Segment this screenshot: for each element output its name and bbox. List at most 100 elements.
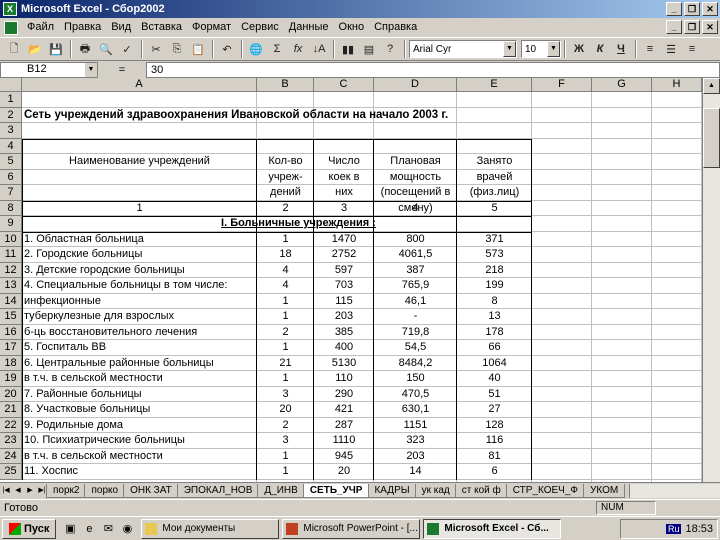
underline-icon[interactable]: Ч — [611, 39, 631, 59]
row-header-22[interactable]: 22 — [0, 417, 22, 433]
column-header-e[interactable]: E — [457, 78, 532, 92]
sheet-tab[interactable]: ст кой ф — [454, 483, 508, 498]
institution-count[interactable]: 2 — [257, 418, 314, 434]
institution-count[interactable]: 2 — [257, 325, 314, 341]
institution-count[interactable]: 1 — [257, 309, 314, 325]
row-header-2[interactable]: 2 — [0, 107, 22, 123]
align-left-icon[interactable]: ≡ — [640, 39, 660, 59]
sheet-tab[interactable]: ОНК ЗАТ — [123, 483, 179, 498]
row-header-5[interactable]: 5 — [0, 154, 22, 170]
function-icon[interactable]: fx — [288, 39, 308, 59]
row-header-3[interactable]: 3 — [0, 123, 22, 139]
doctor-count[interactable]: 13 — [457, 309, 532, 325]
bed-count[interactable]: 421 — [314, 402, 374, 418]
bed-count[interactable]: 203 — [314, 309, 374, 325]
doctor-count[interactable]: 27 — [457, 402, 532, 418]
sheet-tab[interactable]: порко — [84, 483, 126, 498]
header-doctors[interactable]: (физ.лиц) — [457, 185, 532, 201]
doc-minimize-button[interactable]: _ — [666, 20, 682, 34]
row-header-12[interactable]: 12 — [0, 262, 22, 278]
row-header-7[interactable]: 7 — [0, 185, 22, 201]
save-icon[interactable]: 💾 — [46, 39, 66, 59]
bed-count[interactable]: 597 — [314, 263, 374, 279]
paste-icon[interactable]: 📋 — [188, 39, 208, 59]
sheet-tab[interactable]: СТР_КОЕЧ_Ф — [505, 483, 585, 498]
bed-count[interactable]: 385 — [314, 325, 374, 341]
doctor-count[interactable]: 1064 — [457, 356, 532, 372]
bed-count[interactable]: 2752 — [314, 247, 374, 263]
horizontal-scrollbar[interactable] — [629, 483, 720, 498]
menu-window[interactable]: Окно — [334, 19, 370, 36]
institution-name[interactable]: туберкулезные для взрослых — [22, 309, 257, 325]
row-header-24[interactable]: 24 — [0, 448, 22, 464]
institution-name[interactable]: 8. Участковые больницы — [22, 402, 257, 418]
bed-count[interactable]: 110 — [314, 371, 374, 387]
minimize-button[interactable]: _ — [666, 2, 682, 16]
hyperlink-icon[interactable]: 🌐 — [246, 39, 266, 59]
formula-input[interactable]: 30 — [146, 61, 720, 78]
first-sheet-icon[interactable]: |◀ — [0, 484, 12, 498]
font-name-select[interactable]: Arial Cyr ▼ — [409, 40, 517, 58]
font-size-select[interactable]: 10 ▼ — [521, 40, 561, 58]
workbook-icon[interactable] — [4, 20, 18, 35]
sheet-tab[interactable]: ук кад — [414, 483, 457, 498]
header-capacity[interactable]: мощность — [374, 170, 457, 186]
column-header-f[interactable]: F — [532, 78, 592, 92]
planned-capacity[interactable]: 630,1 — [374, 402, 457, 418]
doctor-count[interactable]: 218 — [457, 263, 532, 279]
row-header-17[interactable]: 17 — [0, 340, 22, 356]
row-header-6[interactable]: 6 — [0, 169, 22, 185]
task-excel[interactable]: Microsoft Excel - Сб... — [423, 518, 562, 539]
menu-insert[interactable]: Вставка — [136, 19, 187, 36]
planned-capacity[interactable]: 203 — [374, 449, 457, 465]
task-powerpoint[interactable]: Microsoft PowerPoint - [... — [282, 518, 421, 539]
institution-count[interactable]: 20 — [257, 402, 314, 418]
row-header-1[interactable]: 1 — [0, 92, 22, 108]
column-header-b[interactable]: B — [257, 78, 314, 92]
header-capacity[interactable]: (посещений в — [374, 185, 457, 201]
start-button[interactable]: Пуск — [2, 518, 57, 539]
italic-icon[interactable]: К — [590, 39, 610, 59]
column-header-g[interactable]: G — [592, 78, 652, 92]
bed-count[interactable]: 115 — [314, 294, 374, 310]
doctor-count[interactable]: 116 — [457, 433, 532, 449]
institution-count[interactable]: 4 — [257, 278, 314, 294]
sheet-tab[interactable]: КАДРЫ — [367, 483, 417, 498]
bed-count[interactable]: 1110 — [314, 433, 374, 449]
equals-sign[interactable]: = — [98, 64, 146, 76]
institution-name[interactable]: 4. Специальные больницы в том числе: — [22, 278, 257, 294]
planned-capacity[interactable]: 150 — [374, 371, 457, 387]
planned-capacity[interactable]: 54,5 — [374, 340, 457, 356]
doc-close-button[interactable]: ✕ — [702, 20, 718, 34]
chevron-down-icon[interactable]: ▼ — [85, 62, 97, 77]
column-number[interactable]: 5 — [457, 201, 532, 217]
doctor-count[interactable]: 128 — [457, 418, 532, 434]
institution-count[interactable]: 1 — [257, 340, 314, 356]
institution-name[interactable]: 11. Хоспис — [22, 464, 257, 480]
language-indicator[interactable]: Ru — [665, 524, 682, 534]
align-center-icon[interactable]: ☰ — [661, 39, 681, 59]
sheet-tab[interactable]: УКОМ — [583, 483, 626, 498]
menu-file[interactable]: Файл — [22, 19, 59, 36]
planned-capacity[interactable]: 719,8 — [374, 325, 457, 341]
institution-name[interactable]: 7. Районные больницы — [22, 387, 257, 403]
column-header-h[interactable]: H — [652, 78, 702, 92]
institution-count[interactable]: 4 — [257, 263, 314, 279]
header-name[interactable]: Наименование учреждений — [22, 154, 257, 170]
institution-name[interactable]: б-ць восстановительного лечения — [22, 325, 257, 341]
sort-ascending-icon[interactable]: ↓A — [309, 39, 329, 59]
task-my-documents[interactable]: Мои документы — [141, 518, 280, 539]
undo-icon[interactable]: ↶ — [217, 39, 237, 59]
select-all-button[interactable] — [0, 78, 22, 92]
institution-count[interactable]: 3 — [257, 387, 314, 403]
scroll-thumb[interactable] — [703, 108, 720, 168]
doctor-count[interactable]: 573 — [457, 247, 532, 263]
row-header-4[interactable]: 4 — [0, 138, 22, 154]
sheet-tab[interactable]: Д_ИНВ — [257, 483, 305, 498]
spelling-icon[interactable]: ✓ — [117, 39, 137, 59]
planned-capacity[interactable]: 8484,2 — [374, 356, 457, 372]
bed-count[interactable]: 945 — [314, 449, 374, 465]
name-box[interactable]: B12 ▼ — [0, 61, 98, 78]
prev-sheet-icon[interactable]: ◀ — [12, 484, 24, 498]
zoom-icon[interactable]: ▤ — [359, 39, 379, 59]
